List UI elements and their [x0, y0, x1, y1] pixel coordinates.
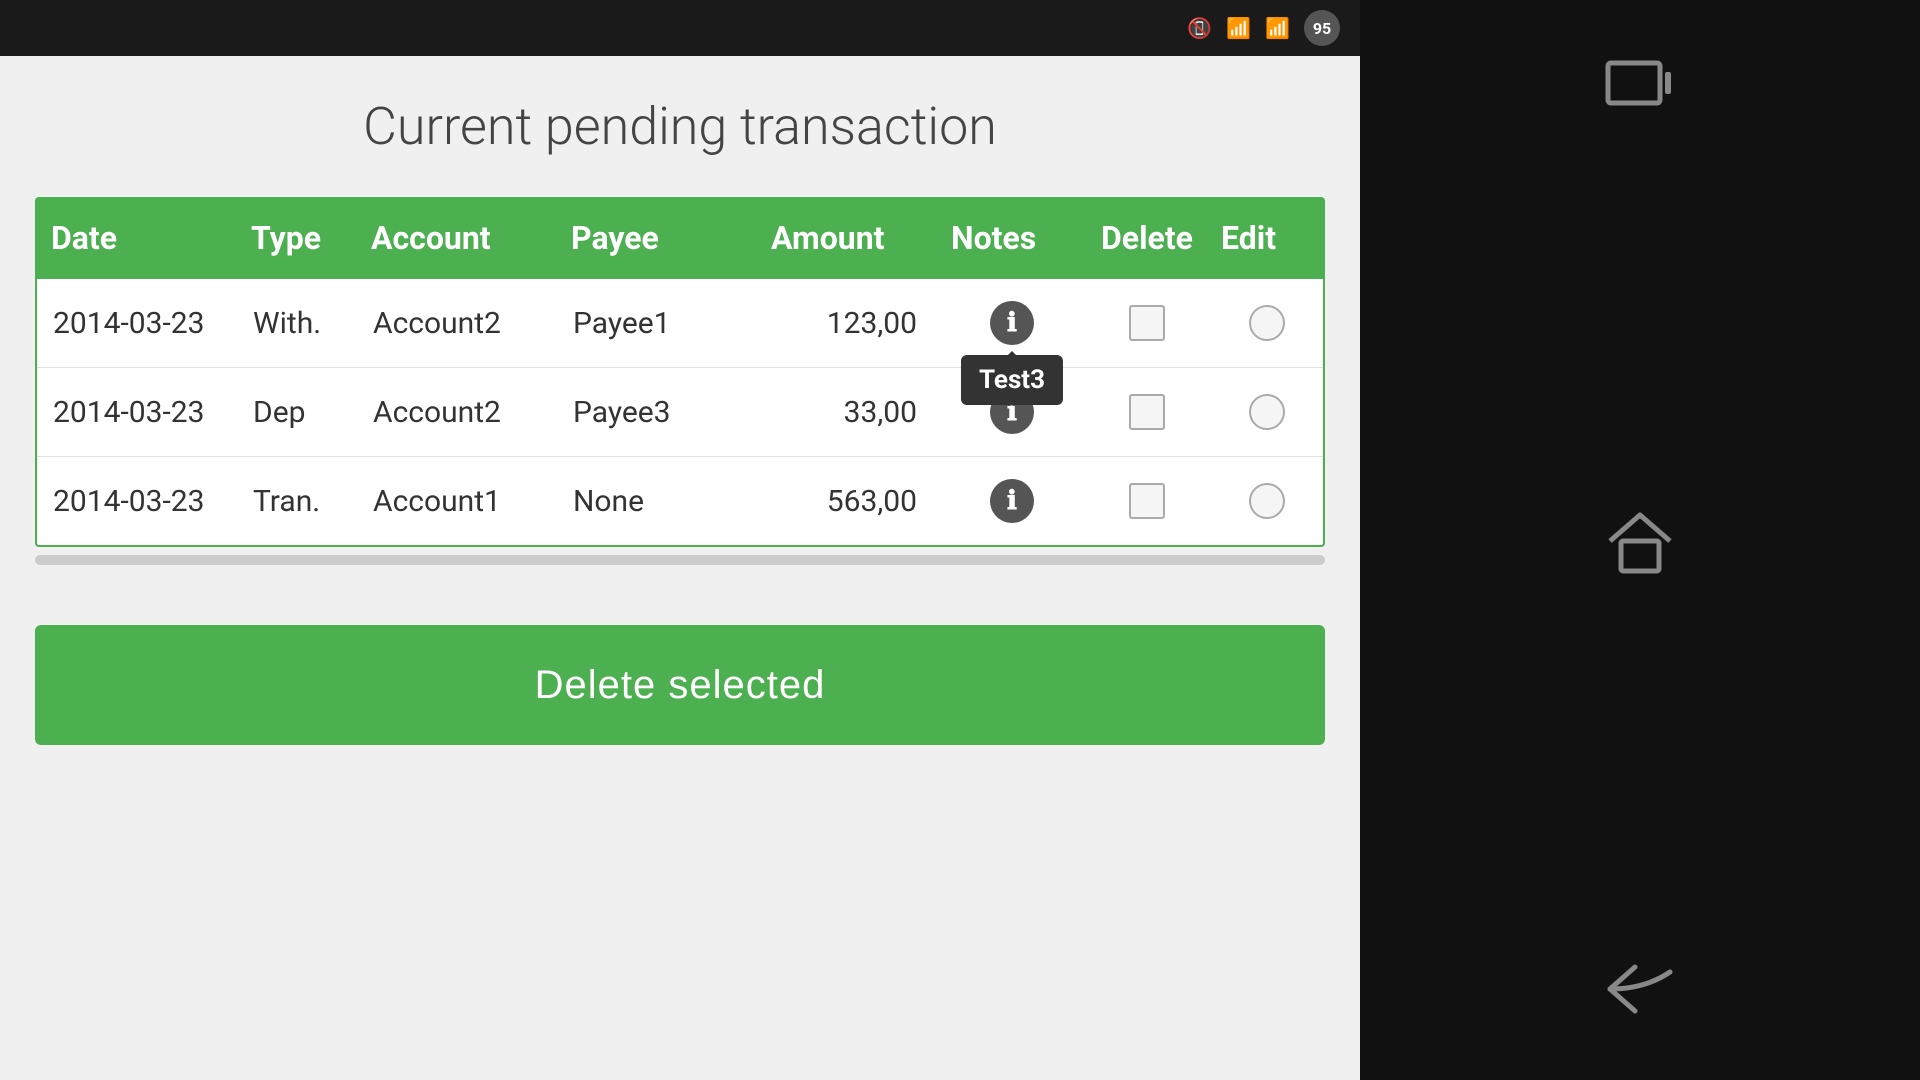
row2-amount: 33,00 [757, 373, 937, 452]
sidebar-top [1605, 60, 1675, 127]
col-header-edit: Edit [1205, 197, 1325, 279]
row3-notes[interactable]: ℹ [937, 457, 1087, 545]
row3-account: Account1 [357, 462, 557, 541]
row2-edit[interactable] [1207, 372, 1327, 452]
delete-checkbox-row1[interactable] [1129, 305, 1165, 341]
wifi-icon: 📶 [1226, 16, 1251, 40]
back-button[interactable] [1605, 962, 1675, 1020]
scroll-indicator [35, 555, 1325, 565]
table-row: 2014-03-23 With. Account2 Payee1 123,00 … [37, 279, 1323, 368]
main-content: 📵 📶 📶 95 Current pending transaction Dat… [0, 0, 1360, 1080]
row3-date: 2014-03-23 [37, 462, 237, 541]
status-bar: 📵 📶 📶 95 [0, 0, 1360, 56]
row1-date: 2014-03-23 [37, 284, 237, 363]
battery-badge: 95 [1304, 10, 1340, 46]
row3-edit[interactable] [1207, 461, 1327, 541]
row3-type: Tran. [237, 462, 357, 541]
col-header-payee: Payee [555, 197, 755, 279]
delete-checkbox-row2[interactable] [1129, 394, 1165, 430]
row1-delete[interactable] [1087, 283, 1207, 363]
row1-edit[interactable] [1207, 283, 1327, 363]
row2-account: Account2 [357, 373, 557, 452]
edit-radio-row3[interactable] [1249, 483, 1285, 519]
table-row: 2014-03-23 Tran. Account1 None 563,00 ℹ [37, 457, 1323, 545]
delete-selected-button[interactable]: Delete selected [35, 625, 1325, 745]
nfc-icon: 📵 [1187, 16, 1212, 40]
sidebar-middle [1605, 511, 1675, 579]
row3-amount: 563,00 [757, 462, 937, 541]
info-icon-row1[interactable]: ℹ Test3 [990, 301, 1034, 345]
row2-payee: Payee3 [557, 373, 757, 452]
table-row: 2014-03-23 Dep Account2 Payee3 33,00 ℹ [37, 368, 1323, 457]
home-icon[interactable] [1605, 511, 1675, 579]
info-icon-row3[interactable]: ℹ [990, 479, 1034, 523]
row1-type: With. [237, 284, 357, 363]
row2-date: 2014-03-23 [37, 373, 237, 452]
edit-radio-row1[interactable] [1249, 305, 1285, 341]
row1-notes[interactable]: ℹ Test3 [937, 279, 1087, 367]
col-header-amount: Amount [755, 197, 935, 279]
col-header-account: Account [355, 197, 555, 279]
col-header-type: Type [235, 197, 355, 279]
window-icon[interactable] [1605, 60, 1675, 127]
table-body: 2014-03-23 With. Account2 Payee1 123,00 … [35, 279, 1325, 547]
transaction-table: Date Type Account Payee Amount Notes Del… [35, 197, 1325, 547]
row2-delete[interactable] [1087, 372, 1207, 452]
table-header: Date Type Account Payee Amount Notes Del… [35, 197, 1325, 279]
delete-checkbox-row3[interactable] [1129, 483, 1165, 519]
col-header-delete: Delete [1085, 197, 1205, 279]
row1-account: Account2 [357, 284, 557, 363]
col-header-notes: Notes [935, 197, 1085, 279]
right-sidebar [1360, 0, 1920, 1080]
col-header-date: Date [35, 197, 235, 279]
signal-icon: 📶 [1265, 16, 1290, 40]
row2-type: Dep [237, 373, 357, 452]
row3-payee: None [557, 462, 757, 541]
row1-amount: 123,00 [757, 284, 937, 363]
edit-radio-row2[interactable] [1249, 394, 1285, 430]
tooltip-row1: Test3 [961, 355, 1063, 405]
row1-payee: Payee1 [557, 284, 757, 363]
page-title: Current pending transaction [363, 96, 997, 157]
row3-delete[interactable] [1087, 461, 1207, 541]
